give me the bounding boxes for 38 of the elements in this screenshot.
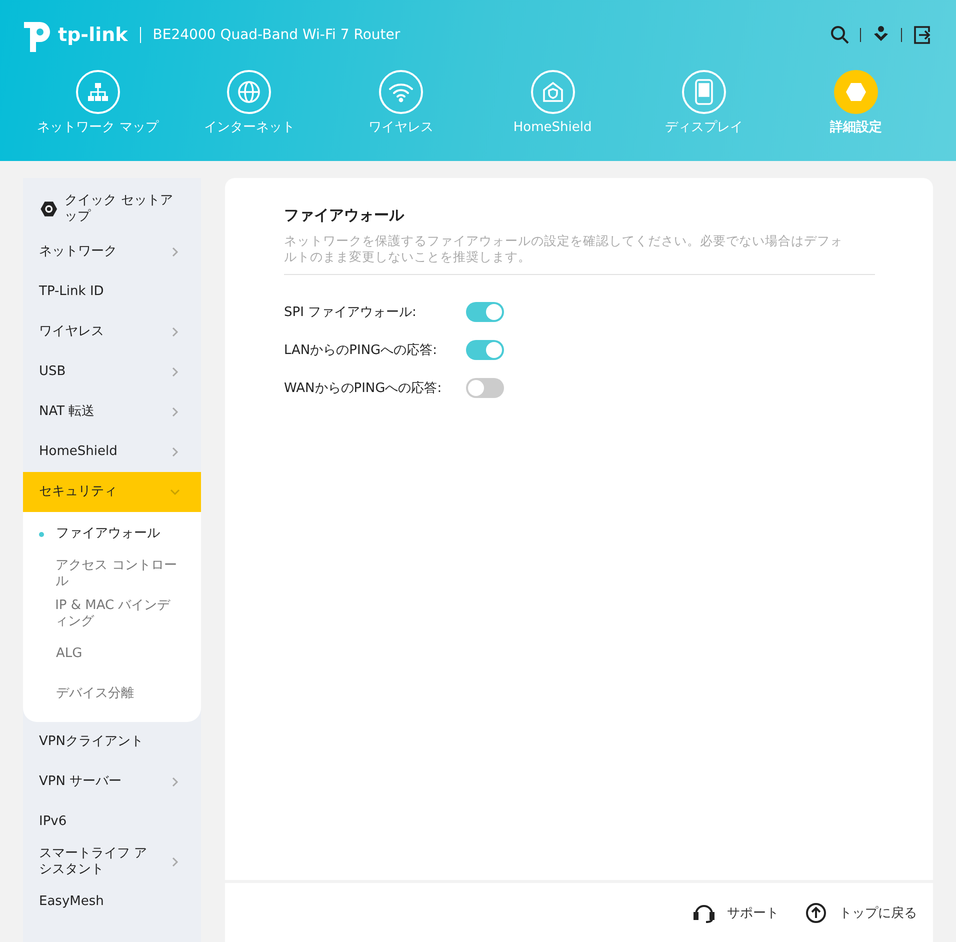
home-shield-icon — [540, 80, 565, 104]
network-icon — [86, 81, 109, 103]
submenu-item[interactable]: ファイアウォール — [23, 514, 201, 554]
arrow-up-icon — [805, 902, 827, 924]
setting-label: WANからのPINGへの応答: — [284, 380, 443, 396]
sidebar-item[interactable]: VPNクライアント — [23, 722, 201, 762]
sidebar-item[interactable]: IPv6 — [23, 802, 201, 842]
submenu-item[interactable]: IP & MAC バインディング — [23, 594, 201, 634]
sidebar-item[interactable]: セキュリティ — [23, 472, 201, 512]
search-icon[interactable] — [830, 25, 850, 45]
section-description: ネットワークを保護するファイアウォールの設定を確認してください。必要でない場合はデフォルトのまま変更しないことを推奨します。 — [284, 233, 875, 274]
sidebar-item[interactable]: ネットワーク — [23, 232, 201, 272]
toggle-switch[interactable] — [466, 340, 504, 360]
submenu-item[interactable]: アクセス コントロール — [23, 554, 201, 594]
sidebar-item[interactable]: VPN サーバー — [23, 762, 201, 802]
sidebar-item[interactable]: HomeShield — [23, 432, 201, 472]
toggle-switch[interactable] — [466, 378, 504, 398]
sidebar-item[interactable]: USB — [23, 352, 201, 392]
setting-label: LANからのPINGへの応答: — [284, 342, 438, 358]
model-name: BE24000 Quad-Band Wi-Fi 7 Router — [152, 27, 400, 43]
sidebar-item[interactable]: EasyMesh — [23, 882, 201, 922]
logo-text: tp-link — [58, 24, 128, 46]
sidebar-item[interactable]: スマートライフ アシスタント — [23, 842, 201, 882]
submenu-item[interactable]: デバイス分離 — [23, 674, 201, 714]
sidebar-item[interactable]: TP-Link ID — [23, 272, 201, 312]
back-to-top-link[interactable]: トップに戻る — [805, 902, 917, 924]
submenu-item[interactable]: ALG — [23, 634, 201, 674]
logout-icon[interactable] — [912, 25, 932, 45]
display-icon — [693, 79, 716, 105]
quick-setup-item[interactable]: クイック セットアップ — [23, 178, 201, 232]
section-title: ファイアウォール — [284, 206, 406, 225]
sidebar-item[interactable]: NAT 転送 — [23, 392, 201, 432]
toggle-switch[interactable] — [466, 302, 504, 322]
sidebar-item[interactable]: ワイヤレス — [23, 312, 201, 352]
setting-label: SPI ファイアウォール: — [284, 304, 418, 320]
wifi-icon — [388, 81, 414, 103]
globe-icon — [237, 80, 262, 104]
support-link[interactable]: サポート — [693, 902, 779, 924]
